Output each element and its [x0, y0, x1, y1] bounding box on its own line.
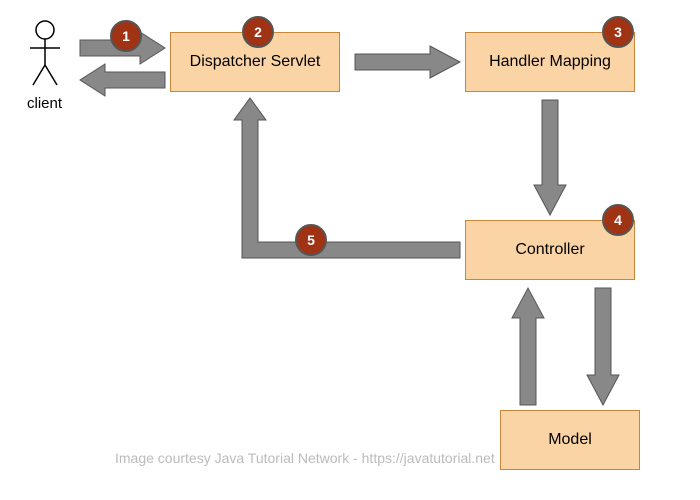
badge-2: 2 [242, 16, 274, 48]
arrow-dispatcher-to-handler [355, 46, 460, 78]
arrow-dispatcher-to-client [80, 64, 165, 96]
badge-3: 3 [602, 16, 634, 48]
badge-4: 4 [602, 204, 634, 236]
arrow-controller-to-model [587, 288, 619, 405]
badge-1: 1 [110, 20, 142, 52]
arrows-layer [0, 0, 700, 500]
arrow-handler-to-controller [534, 100, 566, 215]
arrow-model-to-controller [512, 288, 544, 405]
badge-5: 5 [295, 224, 327, 256]
arrow-controller-to-dispatcher [234, 98, 460, 258]
